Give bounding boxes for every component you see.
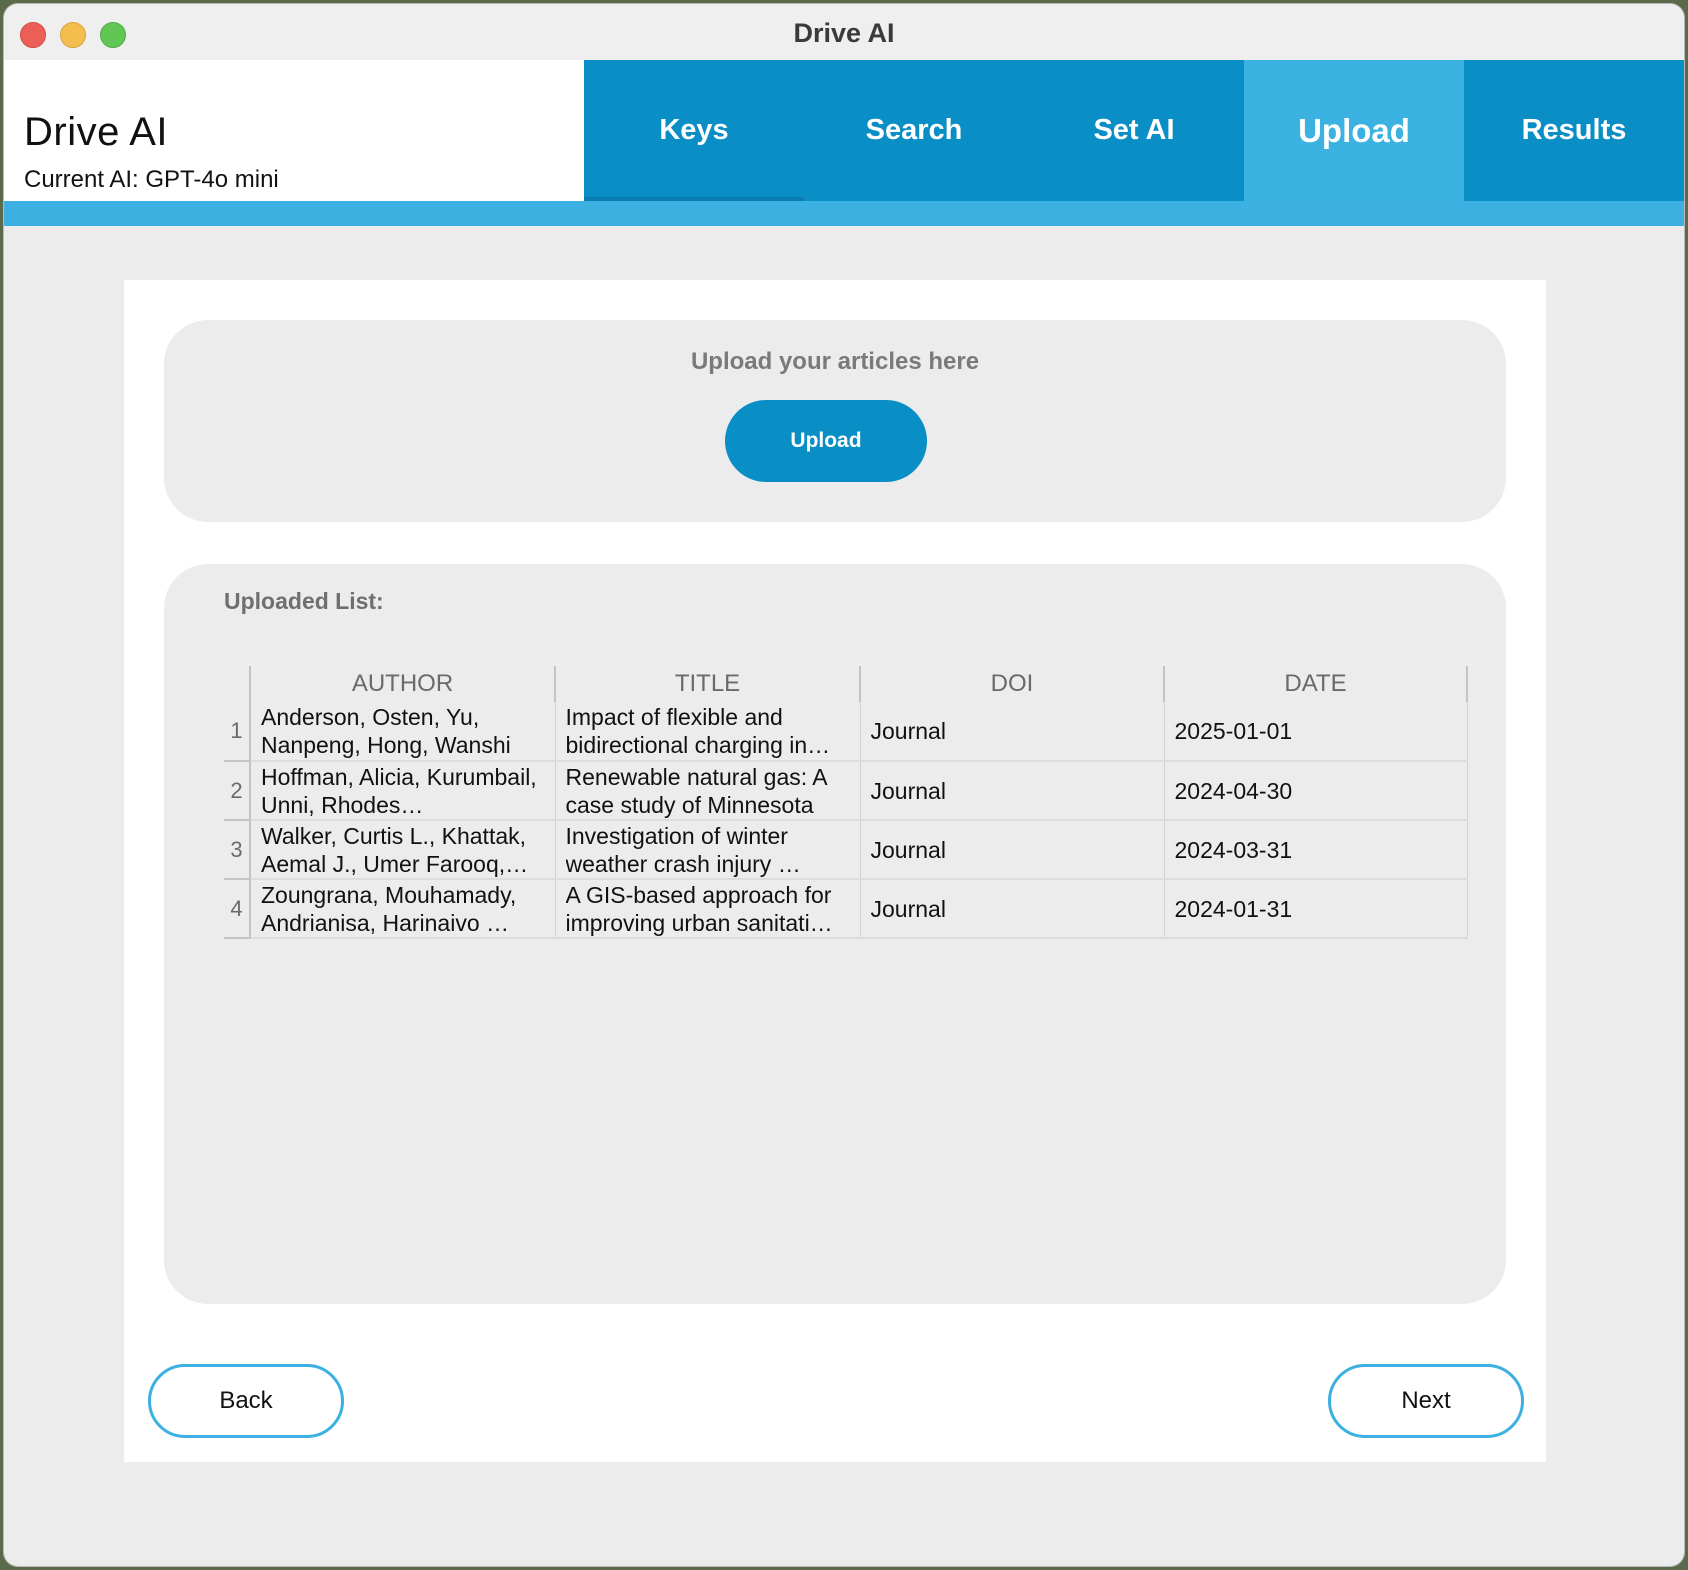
row-index-header bbox=[224, 666, 251, 702]
author-text: Hoffman, Alicia, Kurumbail, Unni, Rhodes… bbox=[261, 763, 537, 818]
tab-label: Search bbox=[865, 114, 963, 146]
title-cell[interactable]: A GIS-based approach for improving urban… bbox=[555, 879, 861, 939]
tab-upload[interactable]: Upload bbox=[1244, 60, 1464, 201]
app-header: Drive AI Current AI: GPT-4o mini bbox=[4, 60, 584, 201]
tab-bar: Keys Search Set AI Upload Results bbox=[584, 60, 1684, 201]
title-text: A GIS-based approach for improving urban… bbox=[565, 881, 833, 936]
author-cell[interactable]: Zoungrana, Mouhamady, Andrianisa, Harina… bbox=[250, 879, 556, 939]
title-bar: Drive AI bbox=[4, 4, 1684, 61]
tab-label: Set AI bbox=[1093, 114, 1175, 146]
author-cell[interactable]: Walker, Curtis L., Khattak, Aemal J., Um… bbox=[250, 820, 556, 880]
app-window: Drive AI Drive AI Current AI: GPT-4o min… bbox=[4, 4, 1684, 1566]
column-header-date[interactable]: DATE bbox=[1164, 666, 1468, 702]
tab-label: Results bbox=[1521, 114, 1627, 146]
author-text: Walker, Curtis L., Khattak, Aemal J., Um… bbox=[261, 822, 529, 877]
upload-button[interactable]: Upload bbox=[725, 400, 927, 482]
date-cell[interactable]: 2024-01-31 bbox=[1164, 879, 1468, 939]
date-cell[interactable]: 2024-03-31 bbox=[1164, 820, 1468, 880]
window-title: Drive AI bbox=[793, 18, 895, 48]
column-header-doi[interactable]: DOI bbox=[860, 666, 1165, 702]
main-content: Upload your articles here Upload Uploade… bbox=[124, 280, 1546, 1462]
back-button[interactable]: Back bbox=[148, 1364, 344, 1438]
current-ai-label: Current AI: GPT-4o mini bbox=[24, 166, 279, 193]
row-index: 2 bbox=[224, 761, 251, 821]
title-text: Renewable natural gas: A case study of M… bbox=[565, 763, 827, 818]
uploaded-list-label: Uploaded List: bbox=[224, 588, 384, 614]
author-text: Zoungrana, Mouhamady, Andrianisa, Harina… bbox=[261, 881, 517, 936]
upload-prompt: Upload your articles here bbox=[690, 348, 980, 375]
doi-cell[interactable]: Journal bbox=[860, 761, 1165, 821]
table-row[interactable]: 2 Hoffman, Alicia, Kurumbail, Unni, Rhod… bbox=[224, 761, 1468, 821]
doi-cell[interactable]: Journal bbox=[860, 879, 1165, 939]
tab-set-ai[interactable]: Set AI bbox=[1024, 60, 1244, 201]
title-cell[interactable]: Impact of flexible and bidirectional cha… bbox=[555, 702, 861, 762]
title-cell[interactable]: Investigation of winter weather crash in… bbox=[555, 820, 861, 880]
app-title: Drive AI bbox=[24, 110, 169, 154]
table-row[interactable]: 4 Zoungrana, Mouhamady, Andrianisa, Hari… bbox=[224, 879, 1468, 939]
title-text: Investigation of winter weather crash in… bbox=[565, 822, 801, 877]
uploaded-table: AUTHOR TITLE DOI DATE 1 Anderson, Osten,… bbox=[224, 666, 1468, 939]
uploaded-list-panel: Uploaded List: AUTHOR TITLE DOI DATE 1 A… bbox=[164, 564, 1506, 1304]
author-cell[interactable]: Anderson, Osten, Yu, Nanpeng, Hong, Wans… bbox=[250, 702, 556, 762]
table-header-row: AUTHOR TITLE DOI DATE bbox=[224, 666, 1468, 702]
tab-label: Upload bbox=[1298, 111, 1410, 149]
author-text: Anderson, Osten, Yu, Nanpeng, Hong, Wans… bbox=[261, 704, 511, 758]
author-cell[interactable]: Hoffman, Alicia, Kurumbail, Unni, Rhodes… bbox=[250, 761, 556, 821]
tab-keys[interactable]: Keys bbox=[584, 60, 804, 201]
title-cell[interactable]: Renewable natural gas: A case study of M… bbox=[555, 761, 861, 821]
tab-search[interactable]: Search bbox=[804, 60, 1024, 201]
row-index: 4 bbox=[224, 879, 251, 939]
doi-cell[interactable]: Journal bbox=[860, 820, 1165, 880]
column-header-title[interactable]: TITLE bbox=[555, 666, 861, 702]
tab-results[interactable]: Results bbox=[1464, 60, 1684, 201]
tab-label: Keys bbox=[659, 114, 729, 146]
upload-panel: Upload your articles here Upload bbox=[164, 320, 1506, 522]
next-button[interactable]: Next bbox=[1328, 1364, 1524, 1438]
column-header-author[interactable]: AUTHOR bbox=[250, 666, 556, 702]
title-text: Impact of flexible and bidirectional cha… bbox=[565, 704, 831, 758]
date-cell[interactable]: 2025-01-01 bbox=[1164, 702, 1468, 762]
table-row[interactable]: 3 Walker, Curtis L., Khattak, Aemal J., … bbox=[224, 820, 1468, 880]
date-cell[interactable]: 2024-04-30 bbox=[1164, 761, 1468, 821]
accent-bar bbox=[4, 201, 1684, 226]
doi-cell[interactable]: Journal bbox=[860, 702, 1165, 762]
table-row[interactable]: 1 Anderson, Osten, Yu, Nanpeng, Hong, Wa… bbox=[224, 702, 1468, 762]
row-index: 1 bbox=[224, 702, 251, 762]
row-index: 3 bbox=[224, 820, 251, 880]
